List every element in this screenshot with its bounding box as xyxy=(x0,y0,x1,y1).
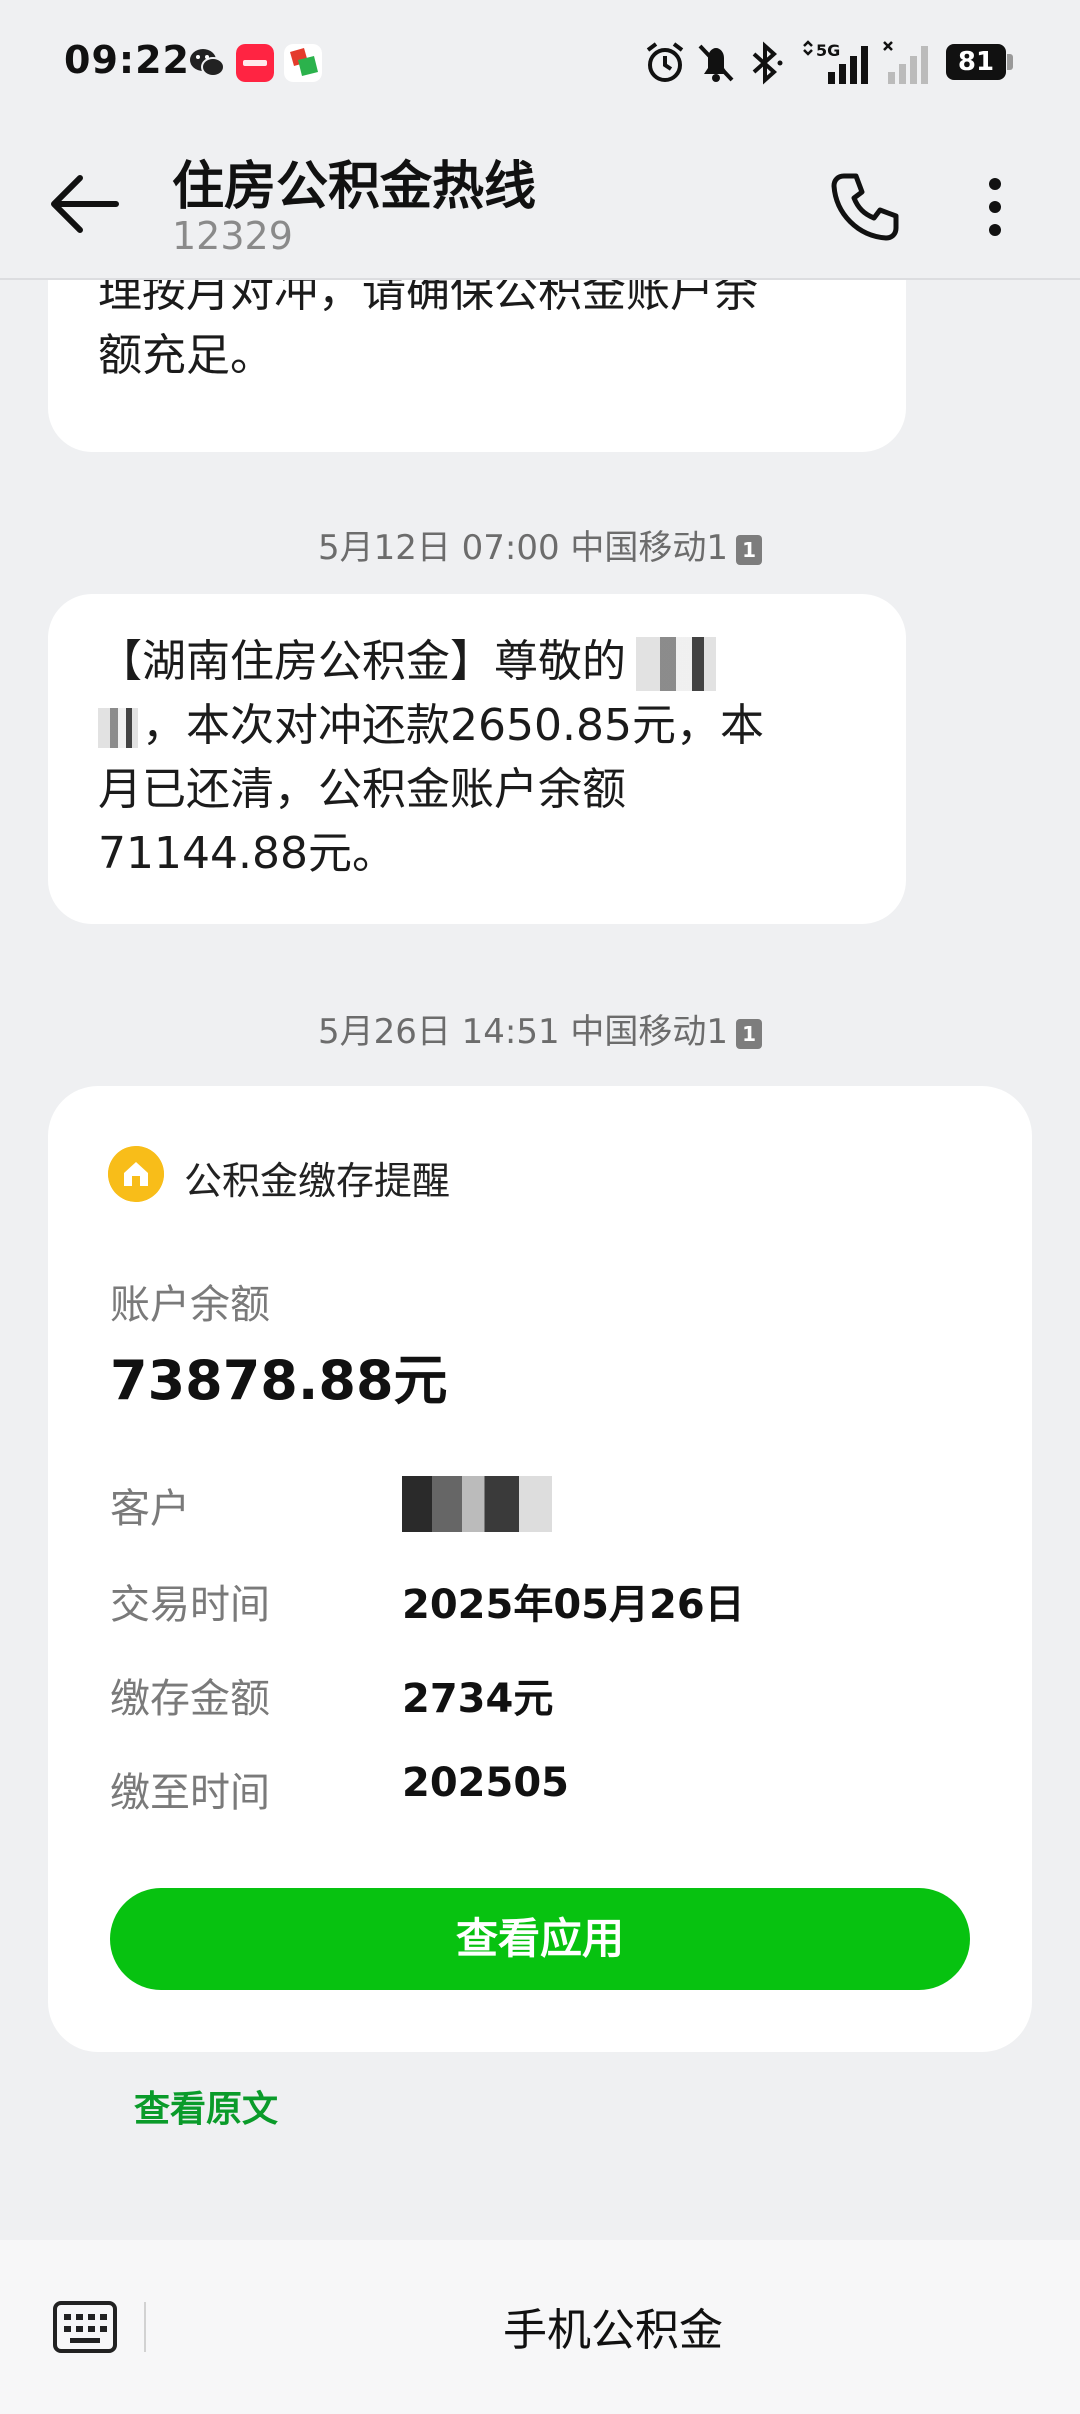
battery-level: 81 xyxy=(946,44,1006,80)
sim-card-icon: 1 xyxy=(736,1019,763,1049)
sender-number: 12329 xyxy=(172,214,293,258)
paid-until-value: 202505 xyxy=(402,1760,569,1806)
sim-card-icon: 1 xyxy=(736,535,763,565)
message-timestamp: 5月26日 14:51 中国移动1 1 xyxy=(0,1004,1080,1053)
transaction-time-label: 交易时间 xyxy=(110,1582,270,1628)
battery-icon: 81 xyxy=(946,40,1014,86)
bluetooth-icon xyxy=(752,41,783,85)
message-line: 月已还清，公积金账户余额 xyxy=(98,764,626,815)
balance-label: 账户余额 xyxy=(110,1282,270,1328)
wechat-icon xyxy=(190,49,225,77)
deposit-amount-value: 2734元 xyxy=(402,1676,554,1722)
view-app-button[interactable]: 查看应用 xyxy=(110,1888,970,1990)
house-fund-icon xyxy=(108,1146,164,1202)
conversation-title: 住房公积金热线 xyxy=(172,157,537,217)
paid-until-label: 缴至时间 xyxy=(110,1770,270,1816)
status-bar: 09:22 5G 81 xyxy=(0,0,1080,126)
customer-label: 客户 xyxy=(110,1486,190,1532)
message-line: 【湖南住房公积金】尊敬的 xyxy=(98,636,626,687)
signal-icon-sim2 xyxy=(883,41,928,84)
card-title: 公积金缴存提醒 xyxy=(184,1159,451,1203)
balance-value: 73878.88元 xyxy=(110,1349,448,1412)
signal-icon: 5G xyxy=(803,40,868,84)
redacted-customer-name xyxy=(402,1476,552,1532)
app-icon xyxy=(284,44,322,82)
redacted-name xyxy=(636,637,716,691)
bottom-menu-bar: 手机公积金 xyxy=(0,2240,1080,2414)
back-arrow-icon[interactable] xyxy=(40,164,130,244)
alarm-icon xyxy=(646,42,684,82)
message-line: 71144.88元。 xyxy=(98,828,396,879)
view-original-link[interactable]: 查看原文 xyxy=(134,2080,278,2132)
xiaohongshu-icon xyxy=(236,44,274,82)
status-time: 09:22 xyxy=(64,38,190,82)
message-text-block: 【湖南住房公积金】尊敬的 ，本次对冲还款2650.85元，本月已还清，公积金账户余… xyxy=(98,630,856,886)
message-timestamp: 5月12日 07:00 中国移动1 1 xyxy=(0,520,1080,569)
menu-item-mobile-fund[interactable]: 手机公积金 xyxy=(146,2294,1080,2358)
transaction-time-value: 2025年05月26日 xyxy=(402,1582,745,1628)
keyboard-icon[interactable] xyxy=(52,2300,118,2354)
more-options-icon[interactable] xyxy=(960,162,1030,252)
mute-icon xyxy=(698,44,734,82)
timestamp-text: 5月26日 14:51 中国移动1 xyxy=(317,1012,729,1052)
conversation-header: 住房公积金热线 12329 xyxy=(0,126,1080,280)
message-line: ，本次对冲还款2650.85元，本 xyxy=(142,700,764,751)
deposit-amount-label: 缴存金额 xyxy=(110,1676,270,1722)
deposit-reminder-card[interactable]: 公积金缴存提醒 账户余额 73878.88元 客户 交易时间 2025年05月2… xyxy=(48,1086,1032,2052)
message-bubble[interactable]: 【湖南住房公积金】尊敬的 ，本次对冲还款2650.85元，本月已还清，公积金账户余… xyxy=(48,594,906,924)
phone-icon[interactable] xyxy=(820,162,910,252)
redacted-name xyxy=(98,708,138,748)
timestamp-text: 5月12日 07:00 中国移动1 xyxy=(317,528,729,568)
svg-text:5G: 5G xyxy=(816,41,840,60)
